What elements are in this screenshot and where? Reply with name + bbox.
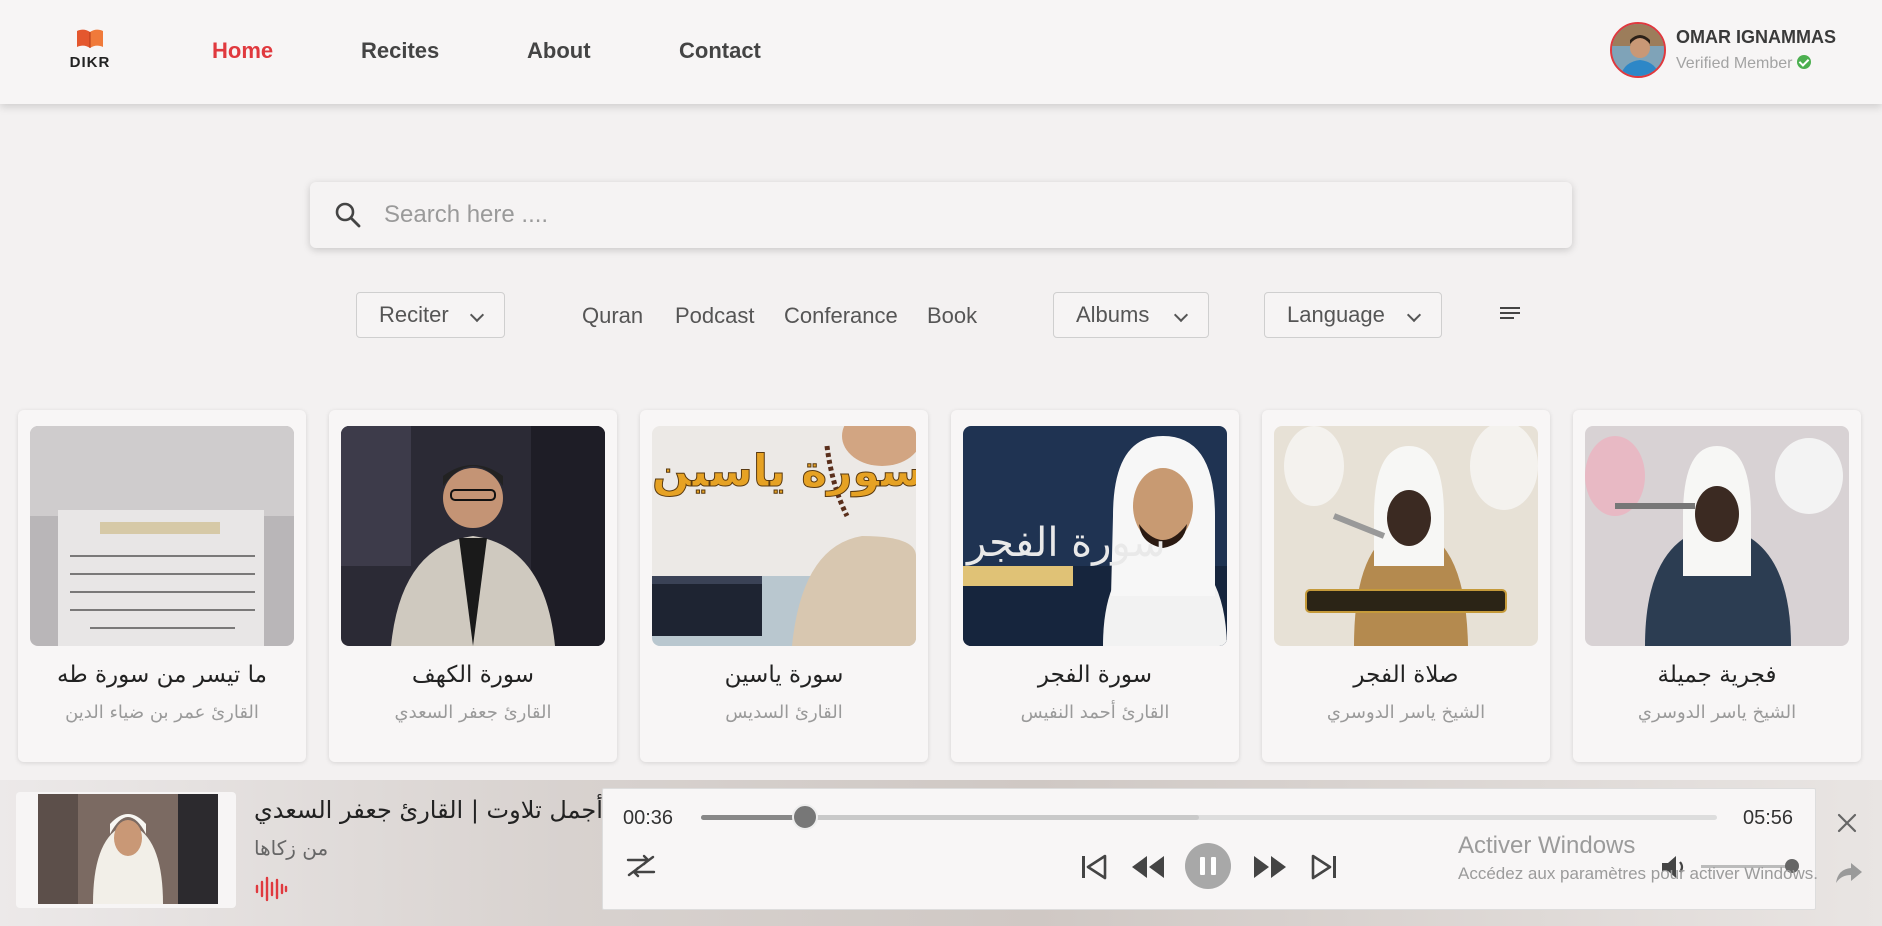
nav-recites[interactable]: Recites <box>361 38 439 64</box>
chevron-down-icon <box>1173 307 1189 323</box>
card-subtitle: القارئ السديس <box>725 702 843 723</box>
volume-icon[interactable] <box>1659 853 1689 881</box>
language-dropdown-label: Language <box>1287 302 1385 327</box>
filter-quran[interactable]: Quran <box>582 303 643 329</box>
filter-conferance[interactable]: Conferance <box>784 303 898 329</box>
nav-contact[interactable]: Contact <box>679 38 761 64</box>
card-subtitle: القارئ أحمد النفيس <box>1020 702 1170 723</box>
player-controls: 00:36 05:56 <box>602 788 1816 910</box>
nav-about[interactable]: About <box>527 38 591 64</box>
recite-card[interactable]: سورة ياسين سورة ياسين القارئ السديس <box>640 410 928 762</box>
now-playing-title: أجمل تلاوت | القارئ جعفر السعدي <box>254 796 603 824</box>
user-name: OMAR IGNAMMAS <box>1676 27 1836 47</box>
open-book-icon <box>77 29 103 48</box>
card-thumbnail: سورة ياسين <box>652 426 916 646</box>
svg-text:سورة الفجر: سورة الفجر <box>965 520 1166 566</box>
recite-card[interactable]: سورة الكهف القارئ جعفر السعدي <box>329 410 617 762</box>
volume-slider[interactable] <box>1701 859 1800 873</box>
reciter-dropdown-label: Reciter <box>379 302 449 327</box>
duration: 05:56 <box>1743 807 1794 829</box>
close-icon[interactable] <box>1836 812 1858 834</box>
search-input[interactable] <box>384 196 1544 234</box>
skip-previous-icon[interactable] <box>1079 853 1109 881</box>
logo-text: DIKR <box>69 54 111 71</box>
recite-card[interactable]: صلاة الفجر الشيخ ياسر الدوسري <box>1262 410 1550 762</box>
sort-menu-icon[interactable] <box>1500 307 1520 322</box>
share-icon[interactable] <box>1834 860 1864 886</box>
volume-handle[interactable] <box>1785 859 1800 873</box>
albums-dropdown[interactable]: Albums <box>1053 292 1209 338</box>
avatar[interactable] <box>1610 22 1666 78</box>
card-thumbnail <box>30 426 294 646</box>
reciter-dropdown[interactable]: Reciter <box>356 292 505 338</box>
user-status: Verified Member <box>1676 55 1811 73</box>
card-subtitle: القارئ عمر بن ضياء الدين <box>65 702 259 723</box>
top-navbar: DIKR Home Recites About Contact OMAR IGN… <box>0 0 1882 104</box>
chevron-down-icon <box>1406 307 1422 323</box>
user-status-text: Verified Member <box>1676 55 1793 72</box>
nav-home[interactable]: Home <box>212 38 273 64</box>
card-title: فجرية جميلة <box>1657 662 1777 688</box>
card-thumbnail: سورة الفجر <box>963 426 1227 646</box>
progress-slider[interactable] <box>701 804 1717 830</box>
logo[interactable]: DIKR <box>68 28 112 71</box>
language-dropdown[interactable]: Language <box>1264 292 1442 338</box>
pause-icon <box>1200 857 1205 875</box>
card-thumbnail <box>1274 426 1538 646</box>
recite-card[interactable]: فجرية جميلة الشيخ ياسر الدوسري <box>1573 410 1861 762</box>
filter-book[interactable]: Book <box>927 303 977 329</box>
svg-text:سورة ياسين: سورة ياسين <box>652 446 916 497</box>
recite-card[interactable]: ما تيسر من سورة طه القارئ عمر بن ضياء ال… <box>18 410 306 762</box>
card-subtitle: الشيخ ياسر الدوسري <box>1637 702 1797 723</box>
filter-podcast[interactable]: Podcast <box>675 303 755 329</box>
search-icon <box>335 202 361 228</box>
skip-next-icon[interactable] <box>1309 853 1339 881</box>
audio-wave-icon <box>255 876 288 902</box>
card-subtitle: القارئ جعفر السعدي <box>394 702 552 723</box>
card-title: سورة الكهف <box>411 662 535 688</box>
progress-played <box>701 815 805 820</box>
now-playing-subtitle: من زكاها <box>254 836 329 860</box>
card-thumbnail <box>1585 426 1849 646</box>
now-playing-thumbnail <box>16 792 236 908</box>
rewind-icon[interactable] <box>1129 853 1167 881</box>
pause-button[interactable] <box>1185 843 1231 889</box>
shuffle-icon[interactable] <box>625 851 657 881</box>
card-title: ما تيسر من سورة طه <box>57 662 267 688</box>
card-title: سورة ياسين <box>724 662 844 688</box>
albums-dropdown-label: Albums <box>1076 302 1150 327</box>
verified-check-icon <box>1796 55 1811 69</box>
search-bar <box>310 182 1572 248</box>
fast-forward-icon[interactable] <box>1251 853 1289 881</box>
chevron-down-icon <box>469 307 485 323</box>
card-subtitle: الشيخ ياسر الدوسري <box>1326 702 1486 723</box>
card-title: سورة الفجر <box>1037 662 1153 688</box>
card-title: صلاة الفجر <box>1353 662 1459 688</box>
current-time: 00:36 <box>623 807 674 829</box>
progress-handle[interactable] <box>791 804 818 830</box>
card-thumbnail <box>341 426 605 646</box>
recite-card[interactable]: سورة الفجر سورة الفجر القارئ أحمد النفيس <box>951 410 1239 762</box>
